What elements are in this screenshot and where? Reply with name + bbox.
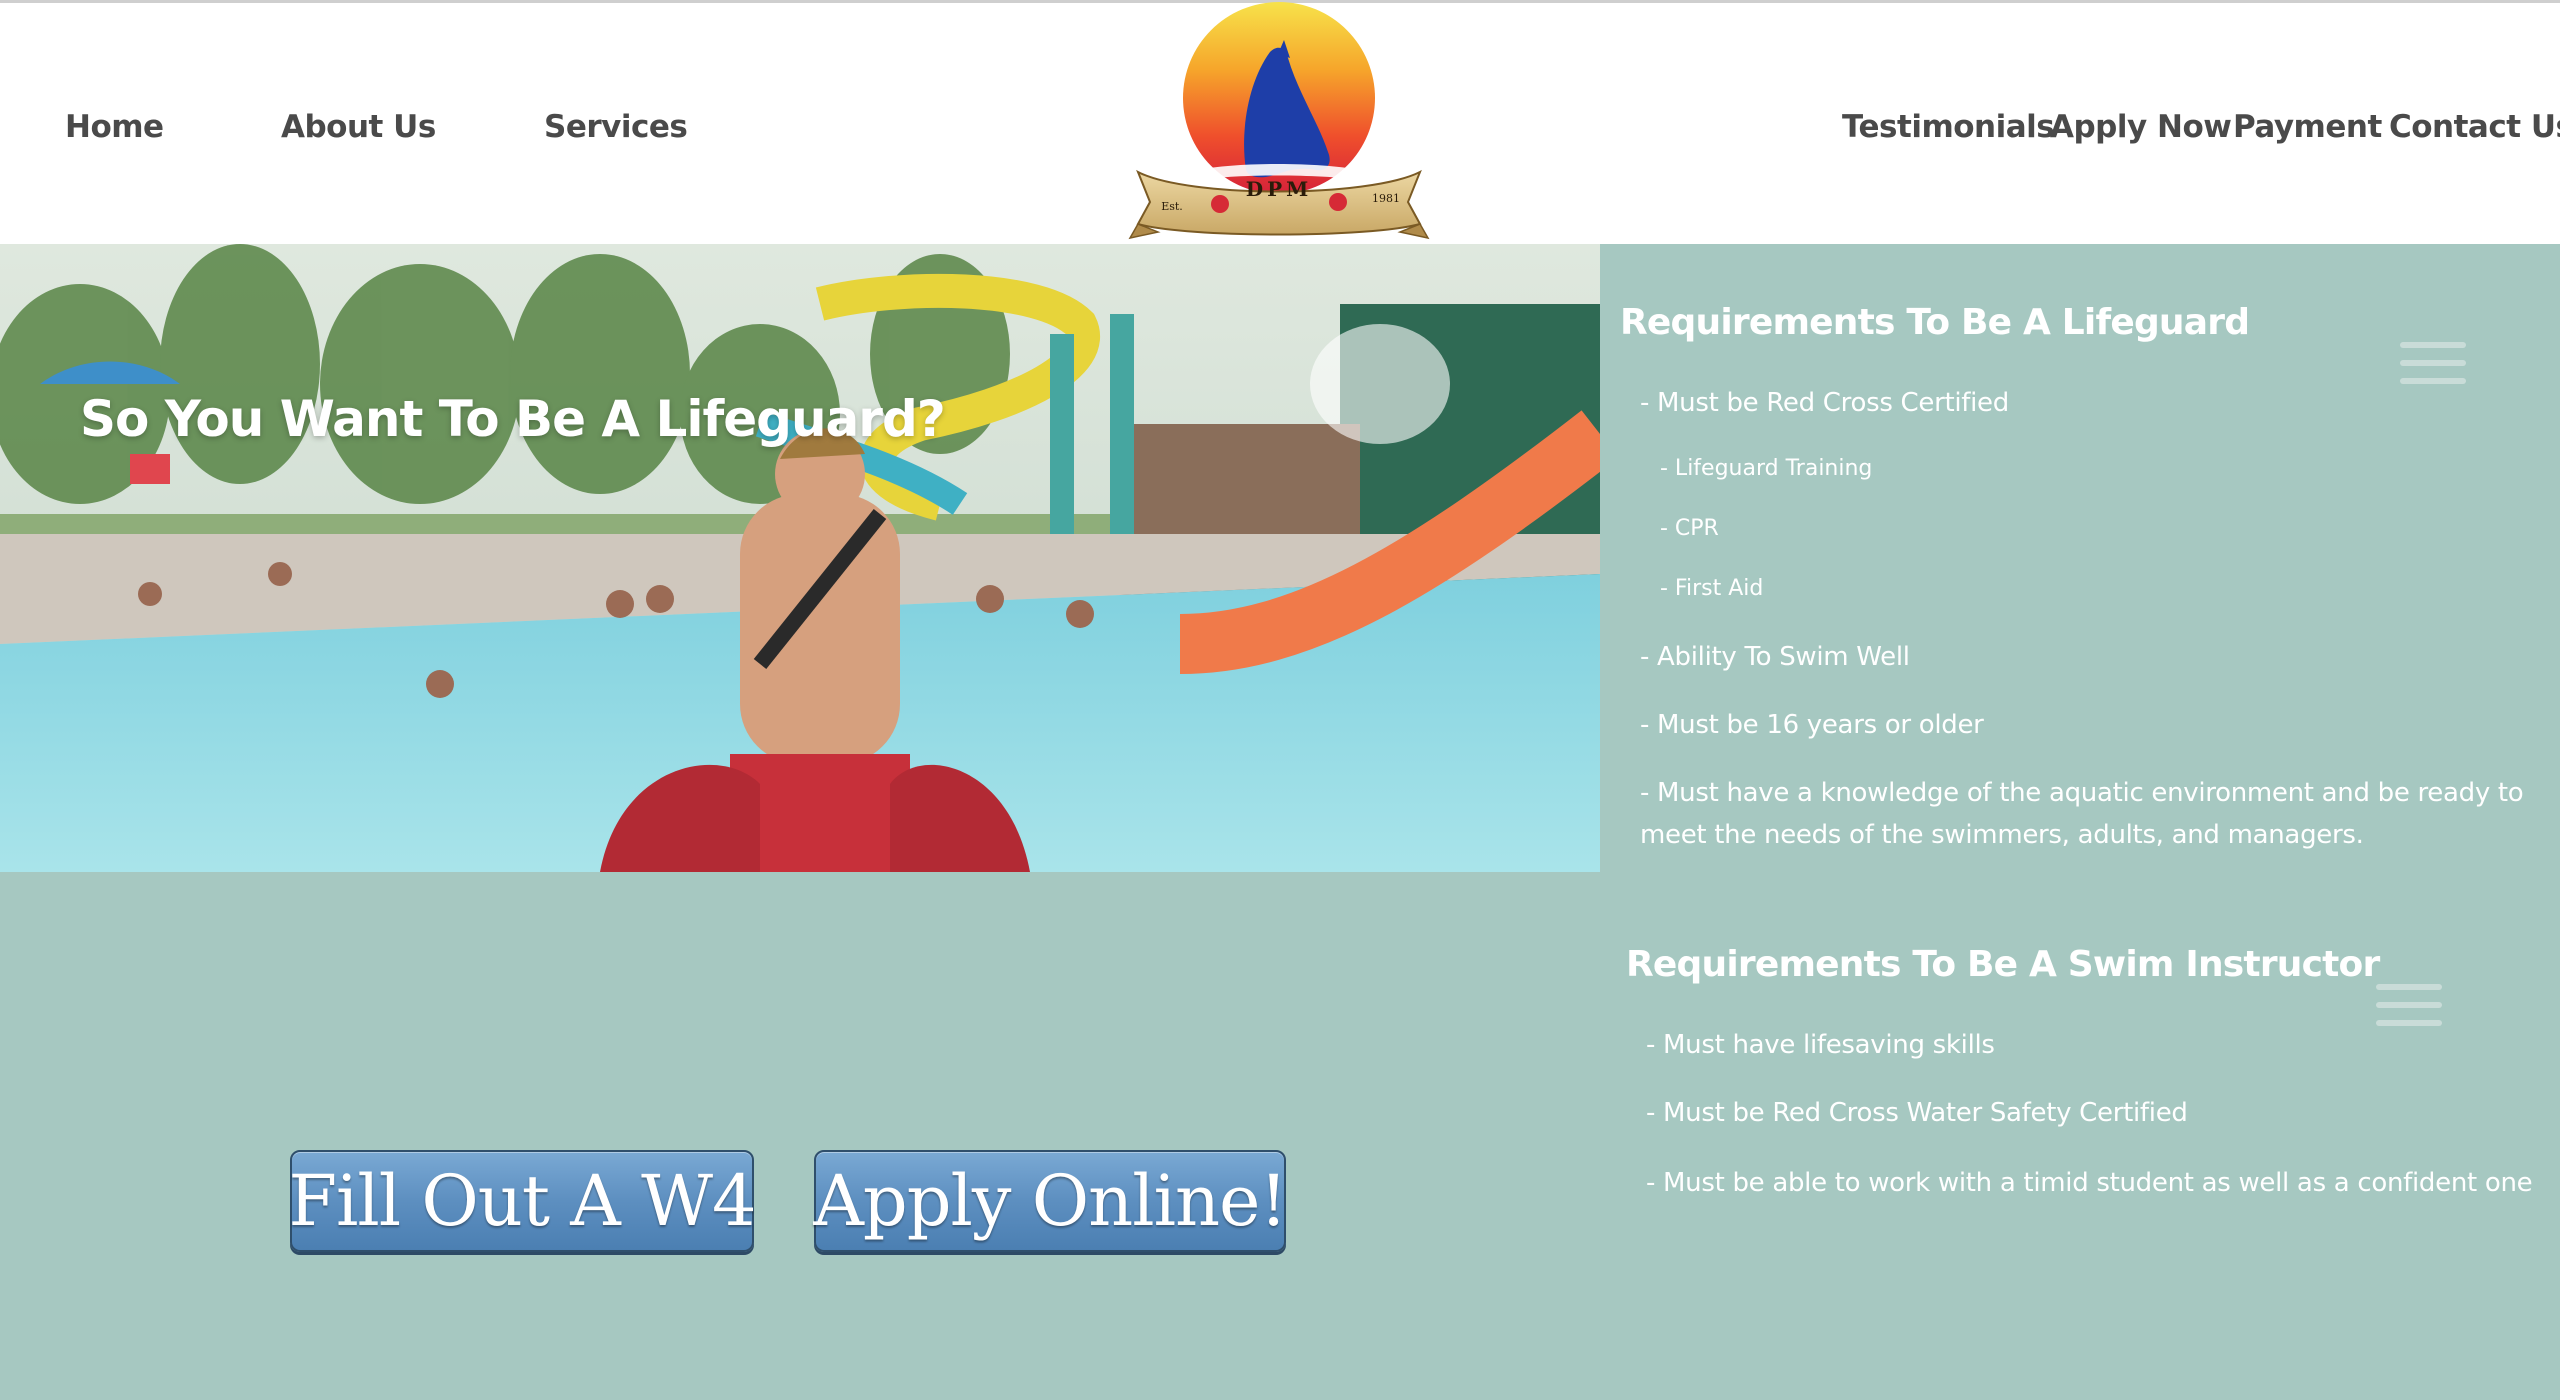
logo-year: 1981 (1372, 192, 1400, 205)
apply-online-button[interactable]: Apply Online! (813, 1150, 1288, 1252)
instructor-req-item: - Must be able to work with a timid stud… (1646, 1168, 2533, 1198)
lifeguard-req-item: - Must be Red Cross Certified (1640, 388, 2009, 418)
nav-home[interactable]: Home (65, 109, 164, 145)
nav-contact-us[interactable]: Contact Us (2389, 109, 2560, 145)
logo-initials: DPM (1246, 177, 1313, 201)
nav-apply-now[interactable]: Apply Now (2050, 109, 2232, 145)
hero-image: So You Want To Be A Lifeguard? (0, 244, 1600, 872)
menu-icon[interactable] (2376, 984, 2442, 1032)
lifeguard-req-subitem: - CPR (1660, 516, 1719, 541)
fill-out-w4-button[interactable]: Fill Out A W4 (288, 1150, 757, 1252)
lifeguard-req-subitem: - Lifeguard Training (1660, 456, 1873, 481)
nav-services[interactable]: Services (544, 109, 688, 145)
nav-testimonials[interactable]: Testimonials (1842, 109, 2055, 145)
logo-est: Est. (1161, 200, 1183, 213)
lifeguard-req-item: - Must have a knowledge of the aquatic e… (1640, 778, 2524, 850)
lifeguard-requirements-title: Requirements To Be A Lifeguard (1620, 302, 2250, 343)
lifeguard-req-item: - Ability To Swim Well (1640, 642, 1910, 672)
menu-icon[interactable] (2400, 342, 2466, 390)
logo-left-cross-icon (1211, 195, 1229, 213)
site-logo[interactable]: DPM Est. 1981 (1128, 2, 1430, 246)
instructor-req-item: - Must be Red Cross Water Safety Certifi… (1646, 1098, 2188, 1128)
nav-about-us[interactable]: About Us (281, 109, 436, 145)
hero-title: So You Want To Be A Lifeguard? (80, 390, 946, 448)
instructor-req-item: - Must have lifesaving skills (1646, 1030, 1995, 1060)
nav-payment[interactable]: Payment (2233, 109, 2382, 145)
lifeguard-req-subitem: - First Aid (1660, 576, 1764, 601)
lifeguard-req-item: - Must be 16 years or older (1640, 710, 1984, 740)
instructor-requirements-title: Requirements To Be A Swim Instructor (1626, 944, 2380, 985)
pool-scene-image (0, 244, 1600, 872)
logo-right-cross-icon (1329, 193, 1347, 211)
